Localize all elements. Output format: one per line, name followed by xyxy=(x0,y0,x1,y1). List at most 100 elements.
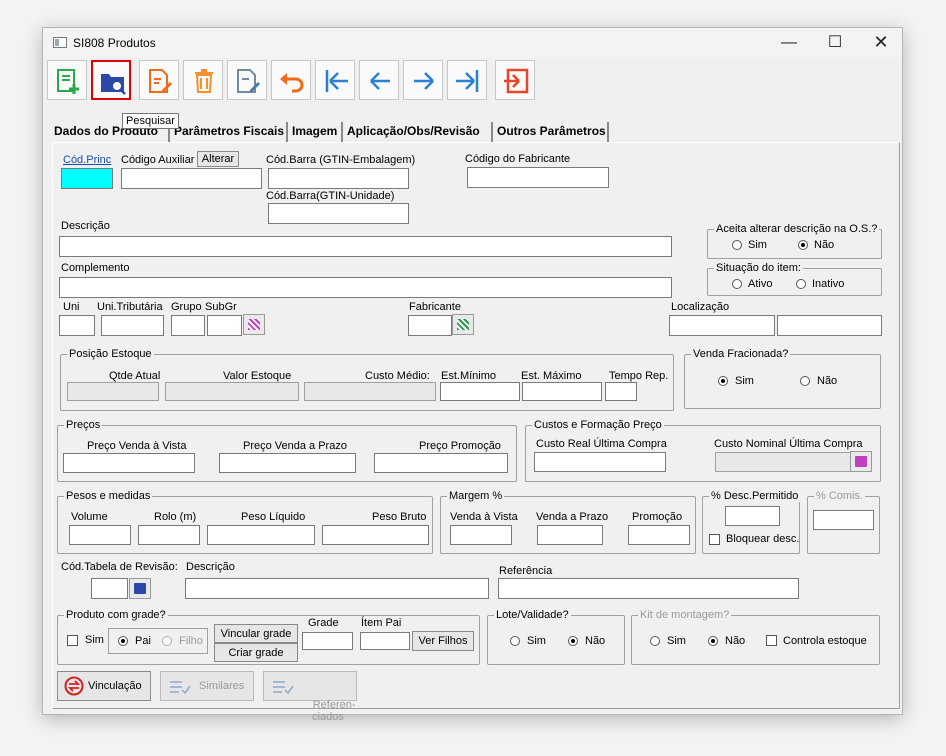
grade-filho-radio[interactable] xyxy=(162,636,172,646)
undo-button[interactable] xyxy=(271,60,311,100)
subgr-lookup-button[interactable] xyxy=(243,314,265,335)
est-minimo-input[interactable] xyxy=(440,382,520,401)
alterar-button[interactable]: Alterar xyxy=(197,151,239,167)
comis-title: % Comis. xyxy=(814,490,866,502)
bloquear-desc-checkbox[interactable] xyxy=(709,534,720,545)
undo-icon xyxy=(280,73,304,93)
margem-promocao-input[interactable] xyxy=(628,525,690,545)
cod-fabricante-input[interactable] xyxy=(467,167,609,188)
margem-vista-input[interactable] xyxy=(450,525,512,545)
tempo-rep-input[interactable] xyxy=(605,382,637,401)
tab-outros-parametros[interactable]: Outros Parâmetros xyxy=(493,122,609,142)
aceita-desc-title: Aceita alterar descrição na O.S.? xyxy=(714,223,880,235)
grade-sim-checkbox[interactable] xyxy=(67,635,78,646)
similares-button[interactable]: Similares xyxy=(160,671,254,701)
peso-liquido-input[interactable] xyxy=(207,525,315,545)
custo-nominal-label: Custo Nominal Última Compra xyxy=(714,438,863,450)
desc-permitido-input[interactable] xyxy=(725,506,780,526)
vinculacao-button[interactable]: Vinculação xyxy=(57,671,151,701)
aceita-desc-sim-radio[interactable] xyxy=(732,240,742,250)
preco-vista-input[interactable] xyxy=(63,453,195,473)
uni-input[interactable] xyxy=(59,315,95,336)
subgr-input[interactable] xyxy=(207,315,242,336)
preco-promocao-input[interactable] xyxy=(374,453,508,473)
save-button[interactable] xyxy=(227,60,267,100)
pesos-group: Pesos e medidas Volume Rolo (m) Peso Líq… xyxy=(57,490,433,554)
grade-filho-label: Filho xyxy=(179,635,203,647)
cod-tabela-revisao-input[interactable] xyxy=(91,578,128,599)
situacao-inativo-radio[interactable] xyxy=(796,279,806,289)
maximize-button[interactable]: ☐ xyxy=(812,28,858,58)
revisao-descricao-input[interactable] xyxy=(185,578,489,599)
margem-prazo-input[interactable] xyxy=(537,525,603,545)
peso-bruto-label: Peso Bruto xyxy=(372,511,427,523)
localizacao-label: Localização xyxy=(671,301,730,313)
previous-record-button[interactable] xyxy=(359,60,399,100)
kit-nao-radio[interactable] xyxy=(708,636,718,646)
ver-filhos-button[interactable]: Ver Filhos xyxy=(412,631,474,651)
volume-input[interactable] xyxy=(69,525,131,545)
tab-imagem[interactable]: Imagem xyxy=(288,122,343,142)
comis-input[interactable] xyxy=(813,510,874,530)
referencia-input[interactable] xyxy=(498,578,799,599)
tab-parametros-fiscais[interactable]: Parâmetros Fiscais xyxy=(170,122,288,142)
minimize-button[interactable]: — xyxy=(766,28,812,58)
kit-sim-radio[interactable] xyxy=(650,636,660,646)
venda-fracionada-sim-radio[interactable] xyxy=(718,376,728,386)
kit-title: Kit de montagem? xyxy=(638,609,732,621)
controla-estoque-checkbox[interactable] xyxy=(766,635,777,646)
vincular-grade-button[interactable]: Vincular grade xyxy=(214,624,298,643)
close-button[interactable]: ✕ xyxy=(858,28,904,58)
search-button[interactable] xyxy=(91,60,131,100)
first-record-button[interactable] xyxy=(315,60,355,100)
item-pai-input[interactable] xyxy=(360,632,410,650)
referenciados-button[interactable]: Referen- ciados xyxy=(263,671,357,723)
custo-search-button[interactable] xyxy=(850,451,872,472)
uni-tributaria-input[interactable] xyxy=(101,315,164,336)
preco-prazo-input[interactable] xyxy=(219,453,356,473)
grade-pai-radio[interactable] xyxy=(118,636,128,646)
tooltip: Pesquisar xyxy=(122,113,179,129)
referenciados-label: Referen- ciados xyxy=(312,699,356,723)
margem-title: Margem % xyxy=(447,490,505,502)
tab-aplicacao[interactable]: Aplicação/Obs/Revisão xyxy=(343,122,493,142)
cod-princ-label: Cód.Princ xyxy=(63,154,112,166)
aceita-desc-nao-radio[interactable] xyxy=(798,240,808,250)
venda-fracionada-group: Venda Fracionada? Sim Não xyxy=(684,348,881,409)
cod-barra-emb-input[interactable] xyxy=(268,168,409,189)
link-arrows-icon xyxy=(64,676,84,696)
localizacao-input-2[interactable] xyxy=(777,315,882,336)
edit-button[interactable] xyxy=(139,60,179,100)
rolo-input[interactable] xyxy=(138,525,200,545)
grupo-label: Grupo xyxy=(171,301,202,313)
delete-button[interactable] xyxy=(183,60,223,100)
grade-input[interactable] xyxy=(302,632,353,650)
custo-nominal-input xyxy=(715,452,851,472)
situacao-ativo-radio[interactable] xyxy=(732,279,742,289)
peso-bruto-input[interactable] xyxy=(322,525,429,545)
revisao-search-button[interactable] xyxy=(129,578,151,599)
exit-button[interactable] xyxy=(495,60,535,100)
est-maximo-input[interactable] xyxy=(522,382,602,401)
similares-label: Similares xyxy=(199,680,245,692)
localizacao-input-1[interactable] xyxy=(669,315,775,336)
cod-auxiliar-input[interactable] xyxy=(121,168,262,189)
cod-barra-uni-input[interactable] xyxy=(268,203,409,224)
custo-real-input[interactable] xyxy=(534,452,666,472)
cod-auxiliar-label: Código Auxiliar xyxy=(121,154,195,166)
complemento-input[interactable] xyxy=(59,277,672,298)
fabricante-input[interactable] xyxy=(408,315,452,336)
criar-grade-button[interactable]: Criar grade xyxy=(214,643,298,662)
last-record-button[interactable] xyxy=(447,60,487,100)
lote-nao-radio[interactable] xyxy=(568,636,578,646)
cod-princ-input[interactable] xyxy=(61,168,113,189)
fabricante-lookup-button[interactable] xyxy=(452,314,474,335)
new-product-button[interactable] xyxy=(47,60,87,100)
kit-sim-label: Sim xyxy=(667,635,686,647)
lote-sim-radio[interactable] xyxy=(510,636,520,646)
next-record-button[interactable] xyxy=(403,60,443,100)
venda-fracionada-nao-radio[interactable] xyxy=(800,376,810,386)
descricao-input[interactable] xyxy=(59,236,672,257)
uni-label: Uni xyxy=(63,301,80,313)
grupo-input[interactable] xyxy=(171,315,205,336)
